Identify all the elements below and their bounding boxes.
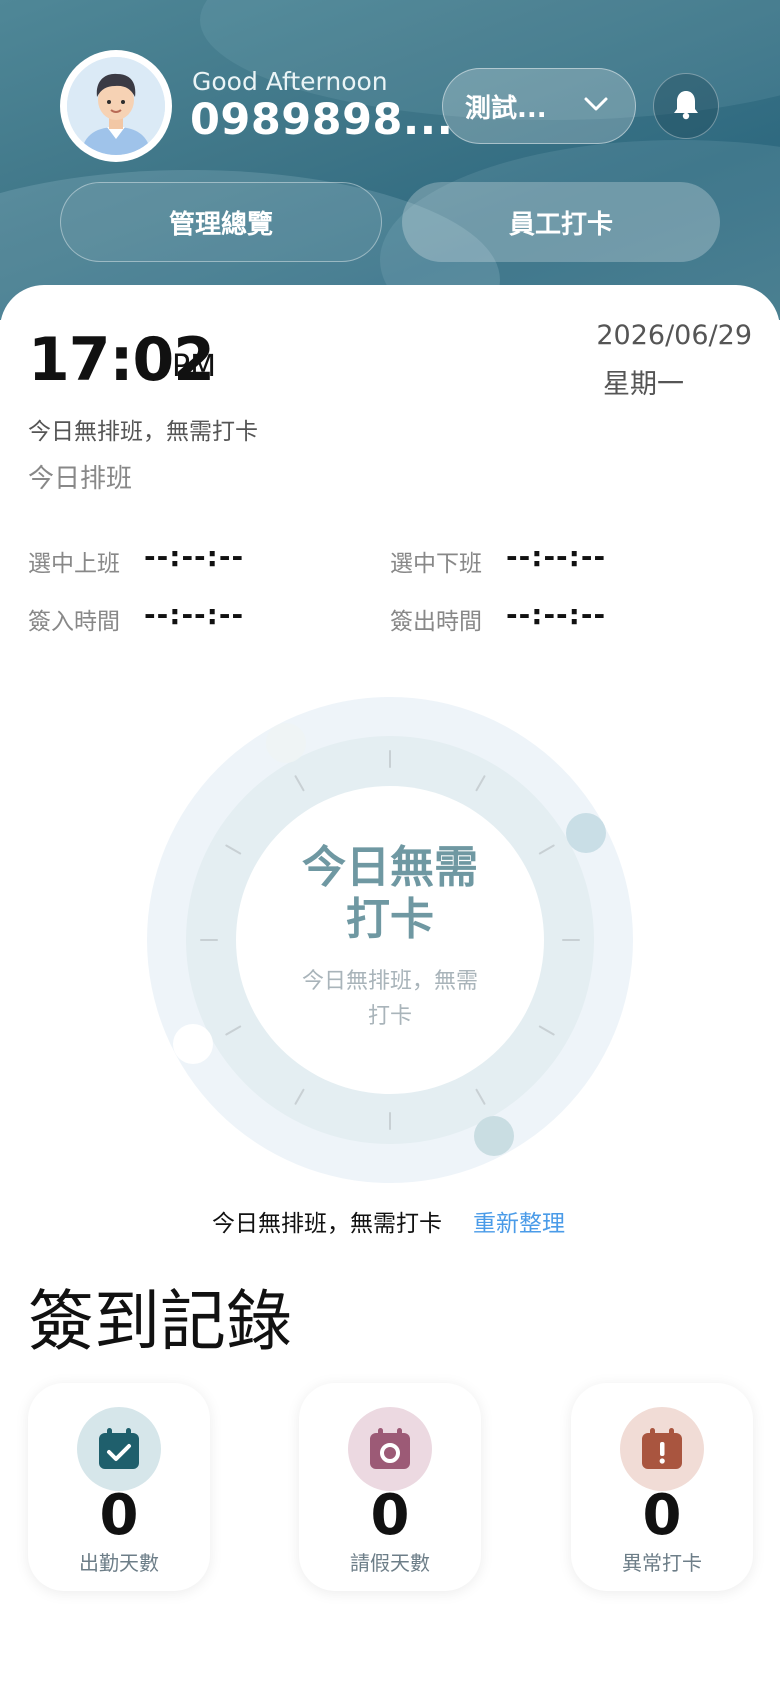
dial-title-line1: 今日無需	[302, 842, 478, 893]
username: 0989898...	[190, 95, 454, 145]
shift-start-value: --:--:--	[144, 540, 245, 573]
stat-card-attendance[interactable]: 0 出勤天數	[28, 1383, 210, 1591]
current-weekday: 星期一	[603, 369, 684, 400]
dial-title: 今日無需 打卡	[270, 842, 510, 946]
shift-end-value: --:--:--	[506, 540, 607, 573]
leave-days-label: 請假天數	[350, 1551, 430, 1575]
greeting-text: Good Afternoon	[192, 67, 388, 96]
dial-subtitle: 今日無排班，無需 打卡	[285, 964, 495, 1034]
check-in-label: 簽入時間	[28, 609, 120, 635]
attendance-days-value: 0	[99, 1483, 139, 1548]
check-out-value: --:--:--	[506, 598, 607, 631]
calendar-check-icon	[77, 1407, 161, 1491]
stat-card-leave[interactable]: 0 請假天數	[299, 1383, 481, 1591]
avatar[interactable]	[60, 50, 172, 162]
dial-subtitle-line2: 打卡	[367, 1004, 412, 1029]
tab-management-overview[interactable]: 管理總覽	[60, 182, 382, 262]
shift-start-label: 選中上班	[28, 551, 120, 577]
company-select[interactable]: 測試...	[442, 68, 636, 144]
calendar-alert-icon	[620, 1407, 704, 1491]
records-title: 簽到記錄	[28, 1283, 292, 1360]
dial-title-line2: 打卡	[346, 894, 434, 945]
shift-end-label: 選中下班	[390, 551, 482, 577]
dial-subtitle-line1: 今日無排班，無需	[301, 969, 478, 994]
attendance-days-label: 出勤天數	[79, 1551, 159, 1575]
schedule-notice: 今日無排班，無需打卡	[28, 419, 258, 445]
header: Good Afternoon 0989898... 測試... 管理總覽 員工打…	[0, 0, 780, 320]
company-select-label: 測試...	[465, 93, 547, 124]
status-text: 今日無排班，無需打卡	[212, 1211, 442, 1237]
abnormal-clock-label: 異常打卡	[622, 1551, 702, 1575]
check-out-label: 簽出時間	[390, 609, 482, 635]
calendar-circle-icon	[348, 1407, 432, 1491]
chevron-down-icon	[583, 95, 609, 117]
bell-icon	[671, 88, 701, 124]
stat-card-abnormal[interactable]: 0 異常打卡	[571, 1383, 753, 1591]
avatar-image	[67, 57, 165, 155]
check-in-value: --:--:--	[144, 598, 245, 631]
tab-employee-clock[interactable]: 員工打卡	[402, 182, 720, 262]
leave-days-value: 0	[370, 1483, 410, 1548]
refresh-link[interactable]: 重新整理	[473, 1204, 565, 1238]
today-schedule-title: 今日排班	[28, 464, 133, 494]
am-pm-indicator: PM	[172, 349, 216, 384]
notification-button[interactable]	[653, 73, 719, 139]
abnormal-clock-value: 0	[642, 1483, 682, 1548]
current-date: 2026/06/29	[596, 320, 752, 351]
